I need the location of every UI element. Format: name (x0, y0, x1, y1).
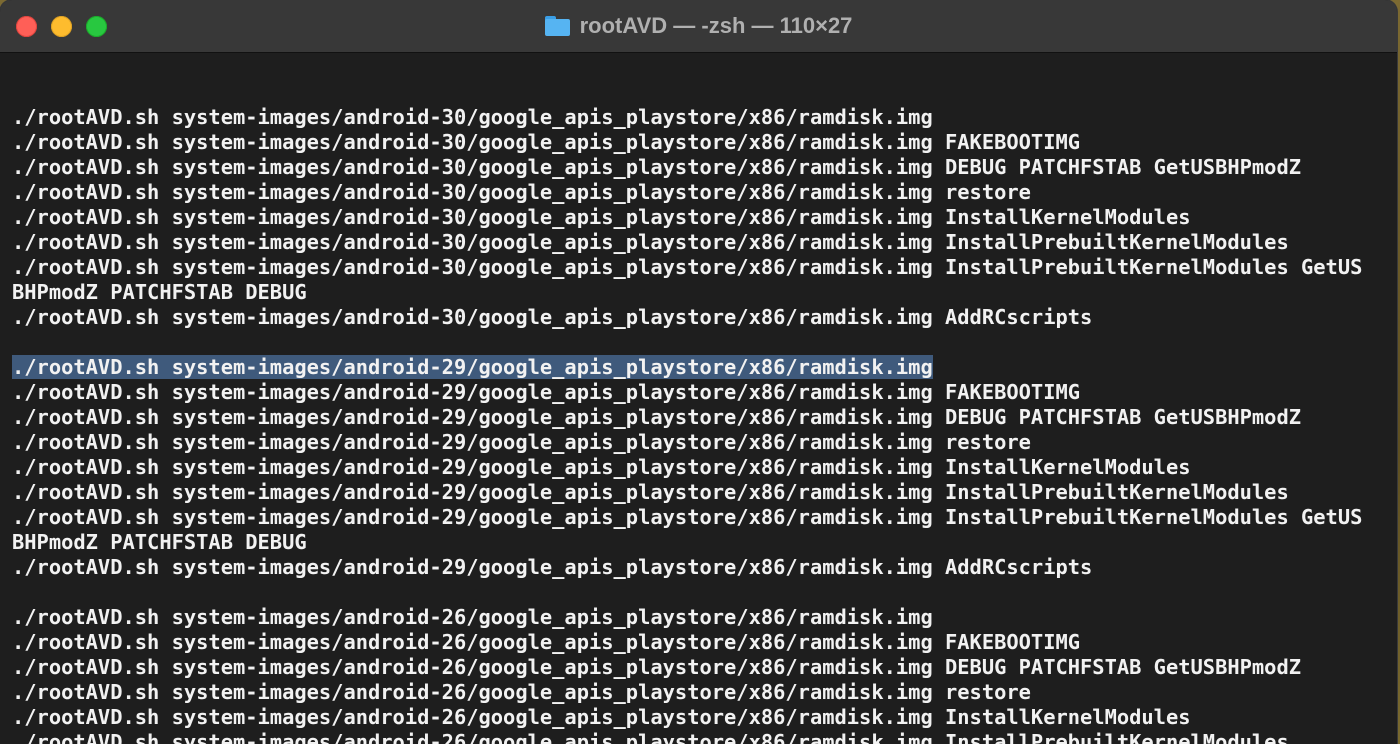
terminal-line-text: ./rootAVD.sh system-images/android-30/go… (12, 155, 1302, 179)
terminal-line: ./rootAVD.sh system-images/android-30/go… (12, 155, 1392, 180)
terminal-line: ./rootAVD.sh system-images/android-30/go… (12, 230, 1392, 255)
selected-text: ./rootAVD.sh system-images/android-29/go… (12, 355, 933, 379)
terminal-line: ./rootAVD.sh system-images/android-30/go… (12, 255, 1392, 280)
title-bar[interactable]: rootAVD — -zsh — 110×27 (0, 0, 1397, 53)
terminal-line-text: ./rootAVD.sh system-images/android-26/go… (12, 680, 1031, 704)
terminal-line: ./rootAVD.sh system-images/android-30/go… (12, 105, 1392, 130)
terminal-window: rootAVD — -zsh — 110×27 ./rootAVD.sh sys… (0, 0, 1397, 744)
terminal-line: ./rootAVD.sh system-images/android-30/go… (12, 180, 1392, 205)
terminal-output[interactable]: ./rootAVD.sh system-images/android-30/go… (12, 80, 1392, 744)
terminal-line-text: ./rootAVD.sh system-images/android-26/go… (12, 630, 1081, 654)
terminal-line-text: ./rootAVD.sh system-images/android-26/go… (12, 730, 1289, 744)
terminal-line: ./rootAVD.sh system-images/android-26/go… (12, 680, 1392, 705)
terminal-line-text: ./rootAVD.sh system-images/android-29/go… (12, 455, 1191, 479)
window-title: rootAVD — -zsh — 110×27 (0, 0, 1397, 52)
folder-icon (544, 16, 570, 36)
terminal-line: ./rootAVD.sh system-images/android-30/go… (12, 205, 1392, 230)
terminal-line-text: ./rootAVD.sh system-images/android-29/go… (12, 480, 1289, 504)
terminal-line-text: ./rootAVD.sh system-images/android-30/go… (12, 305, 1093, 329)
terminal-line: ./rootAVD.sh system-images/android-29/go… (12, 430, 1392, 455)
terminal-line-text: ./rootAVD.sh system-images/android-26/go… (12, 655, 1302, 679)
terminal-line-text: ./rootAVD.sh system-images/android-29/go… (12, 505, 1363, 529)
terminal-line: ./rootAVD.sh system-images/android-26/go… (12, 730, 1392, 744)
terminal-line: BHPmodZ PATCHFSTAB DEBUG (12, 280, 1392, 305)
terminal-line-text: ./rootAVD.sh system-images/android-30/go… (12, 205, 1191, 229)
terminal-line: ./rootAVD.sh system-images/android-26/go… (12, 605, 1392, 630)
terminal-line: ./rootAVD.sh system-images/android-29/go… (12, 405, 1392, 430)
terminal-line-text: ./rootAVD.sh system-images/android-29/go… (12, 430, 1031, 454)
terminal-line: ./rootAVD.sh system-images/android-29/go… (12, 380, 1392, 405)
terminal-line-text: ./rootAVD.sh system-images/android-30/go… (12, 255, 1363, 279)
terminal-line-text: ./rootAVD.sh system-images/android-30/go… (12, 230, 1289, 254)
terminal-line: ./rootAVD.sh system-images/android-30/go… (12, 130, 1392, 155)
terminal-line: ./rootAVD.sh system-images/android-29/go… (12, 355, 1392, 380)
terminal-line: ./rootAVD.sh system-images/android-26/go… (12, 655, 1392, 680)
terminal-line-text: BHPmodZ PATCHFSTAB DEBUG (12, 530, 307, 554)
terminal-line: BHPmodZ PATCHFSTAB DEBUG (12, 530, 1392, 555)
terminal-line: ./rootAVD.sh system-images/android-29/go… (12, 555, 1392, 580)
terminal-line: ./rootAVD.sh system-images/android-26/go… (12, 705, 1392, 730)
terminal-line-text: ./rootAVD.sh system-images/android-30/go… (12, 105, 933, 129)
terminal-line: ./rootAVD.sh system-images/android-29/go… (12, 480, 1392, 505)
window-title-text: rootAVD — -zsh — 110×27 (579, 13, 853, 38)
terminal-line-text: ./rootAVD.sh system-images/android-26/go… (12, 605, 933, 629)
terminal-line-text: ./rootAVD.sh system-images/android-26/go… (12, 705, 1191, 729)
terminal-line: ./rootAVD.sh system-images/android-29/go… (12, 505, 1392, 530)
terminal-line-text: ./rootAVD.sh system-images/android-29/go… (12, 380, 1081, 404)
terminal-line: ./rootAVD.sh system-images/android-26/go… (12, 630, 1392, 655)
terminal-line-text: ./rootAVD.sh system-images/android-30/go… (12, 130, 1081, 154)
terminal-line-text: ./rootAVD.sh system-images/android-29/go… (12, 405, 1302, 429)
terminal-line: ./rootAVD.sh system-images/android-29/go… (12, 455, 1392, 480)
terminal-line: ./rootAVD.sh system-images/android-30/go… (12, 305, 1392, 330)
terminal-line-text: BHPmodZ PATCHFSTAB DEBUG (12, 280, 307, 304)
terminal-line-text: ./rootAVD.sh system-images/android-29/go… (12, 555, 1093, 579)
terminal-line-text: ./rootAVD.sh system-images/android-30/go… (12, 180, 1031, 204)
